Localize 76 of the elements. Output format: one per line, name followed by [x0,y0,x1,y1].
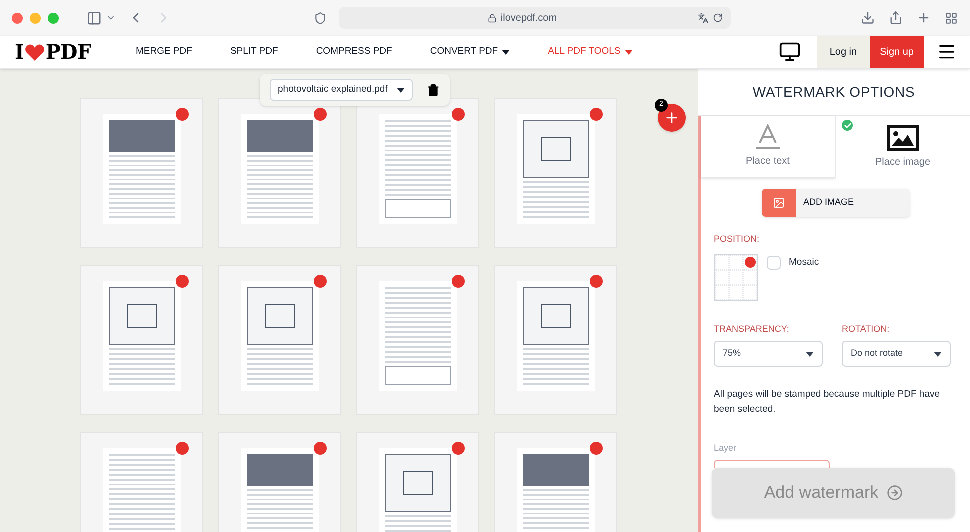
letter-a-icon [755,124,781,150]
position-cell[interactable] [715,284,729,300]
add-files-button[interactable] [658,104,686,132]
position-label: POSITION: [714,233,761,246]
watermark-marker [590,108,602,121]
reload-icon[interactable] [713,13,723,23]
logo[interactable]: I PDF [15,37,91,67]
close-window-button[interactable] [12,12,23,24]
check-badge-icon [842,120,853,131]
watermark-marker [452,275,464,288]
caret-icon [934,352,942,356]
position-cell[interactable] [743,270,757,284]
download-icon[interactable] [861,11,875,25]
lock-icon [488,14,497,22]
position-cell[interactable] [715,254,729,270]
nav-link[interactable]: COMPRESS PDF [316,44,392,60]
watermark-marker [314,442,326,455]
shield-icon[interactable] [314,12,327,24]
position-cell[interactable] [729,284,743,300]
watermark-marker [590,442,602,455]
watermark-marker [176,442,188,455]
sidebar-icon[interactable] [87,10,102,26]
position-cell[interactable] [729,254,743,270]
new-tab-icon[interactable] [917,11,931,25]
page-card[interactable] [494,98,617,248]
translate-icon[interactable] [698,12,709,24]
page-card[interactable] [218,265,341,415]
nav-link[interactable]: CONVERT PDF [430,44,510,60]
caret-icon [624,50,633,54]
image-icon [772,197,784,209]
nav-link[interactable]: ALL PDF TOOLS [548,44,633,60]
watermark-marker [176,108,188,121]
caret-icon [397,88,405,92]
signup-button[interactable]: Sign up [870,36,924,68]
position-cell[interactable] [743,284,757,300]
page-card[interactable] [218,98,341,248]
add-image-button[interactable]: ADD IMAGE [762,189,910,217]
watermark-marker [452,108,464,121]
caret-icon [502,50,510,54]
tab-label: Place text [746,155,790,169]
page-card[interactable] [80,265,203,415]
arrow-right-icon [886,485,903,501]
page-card[interactable] [494,265,617,415]
url-text: ilovepdf.com [500,12,558,26]
position-cell[interactable] [729,270,743,284]
desktop-download-icon[interactable] [778,41,801,63]
tab-overview-icon[interactable] [945,12,958,24]
watermark-marker [314,275,326,288]
field-label: ROTATION: [842,322,891,336]
caret-icon [806,352,814,356]
mosaic-checkbox[interactable] [767,256,781,270]
page-card[interactable] [80,98,203,248]
nav-link[interactable]: SPLIT PDF [230,44,278,60]
trash-icon[interactable] [427,84,440,96]
share-icon[interactable] [889,11,903,25]
tab-label: Place image [875,156,931,170]
watermark-marker [590,275,602,288]
layer-label: Layer [714,442,738,455]
picture-icon [887,124,919,150]
mosaic-label: Mosaic [789,256,820,270]
watermark-marker [314,108,326,121]
position-cell[interactable] [743,254,757,270]
field-label: TRANSPARENCY: [714,322,790,336]
heart-icon [24,44,45,60]
stamp-note: All pages will be stamped because multiple PDF have been selected. [714,388,942,417]
nav-link[interactable]: MERGE PDF [136,44,192,60]
login-button[interactable]: Log in [816,36,870,68]
watermark-marker [176,275,188,288]
plus-icon [664,110,680,126]
select-field[interactable]: Do not rotate [842,341,951,367]
select-field[interactable]: 75% [714,341,823,367]
address-bar[interactable]: ilovepdf.com [339,7,731,29]
position-cell[interactable] [715,270,729,284]
file-select[interactable]: photovoltaic explained.pdf [270,79,413,101]
watermark-type-tab[interactable]: Place text [701,116,836,178]
watermark-marker [452,442,464,455]
